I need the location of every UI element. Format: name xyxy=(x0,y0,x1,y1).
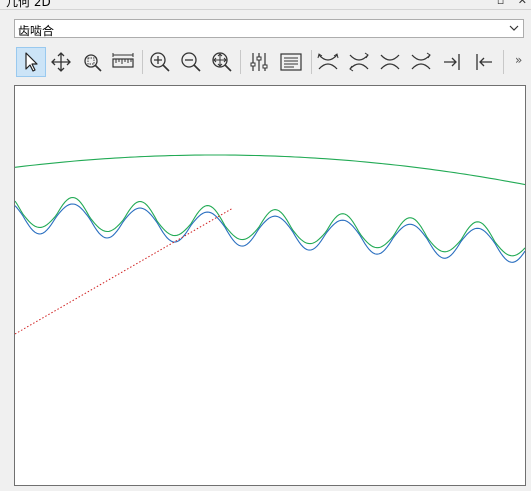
zoom-in-button[interactable] xyxy=(145,47,175,77)
text-lines-icon xyxy=(280,53,302,71)
chevron-down-icon xyxy=(509,25,519,31)
restore-icon[interactable]: ▫ xyxy=(497,0,504,7)
close-icon[interactable]: ✕ xyxy=(518,0,527,7)
zoom-in-icon xyxy=(150,52,170,72)
zoom-extents-icon xyxy=(212,52,232,72)
zoom-out-icon xyxy=(181,52,201,72)
window-title: 几何 2D xyxy=(6,0,51,9)
zoom-out-button[interactable] xyxy=(176,47,206,77)
mesh-selector-dropdown[interactable]: 齿啮合 xyxy=(14,19,524,38)
view-flank-4-button[interactable] xyxy=(406,47,436,77)
settings-sliders-button[interactable] xyxy=(244,47,274,77)
toolbar-separator xyxy=(311,50,312,74)
toolbar: » xyxy=(14,44,529,80)
gear-profile-green xyxy=(15,196,525,257)
flank-out-b-icon xyxy=(411,52,431,70)
toolbar-separator xyxy=(503,50,504,74)
view-flank-2-button[interactable] xyxy=(344,47,374,77)
gear-plot xyxy=(15,154,525,335)
window-titlebar: 几何 2D ▫ ✕ xyxy=(0,0,531,10)
zoom-box-icon xyxy=(84,54,102,72)
zoom-box-button[interactable] xyxy=(77,47,107,77)
toolbar-separator xyxy=(240,50,241,74)
align-right-button[interactable] xyxy=(437,47,467,77)
outer-circle-arc xyxy=(15,154,525,186)
arrow-to-bar-right-icon xyxy=(444,54,460,70)
sliders-icon xyxy=(250,53,268,71)
mesh-selector-value: 齿啮合 xyxy=(18,24,55,38)
pan-tool-button[interactable] xyxy=(46,47,76,77)
center-line-dotted xyxy=(15,207,234,335)
report-button[interactable] xyxy=(276,47,306,77)
measure-button[interactable] xyxy=(108,47,138,77)
cursor-arrow-icon xyxy=(25,52,38,72)
titlebar-controls: ▫ ✕ xyxy=(487,0,527,7)
view-flank-1-button[interactable] xyxy=(313,47,343,77)
flank-in-icon xyxy=(317,53,339,70)
align-left-button[interactable] xyxy=(469,47,499,77)
move-arrows-icon xyxy=(51,52,71,72)
zoom-extents-button[interactable] xyxy=(207,47,237,77)
ruler-icon xyxy=(112,53,134,68)
flank-out-icon xyxy=(349,52,369,72)
flank-in-b-icon xyxy=(380,54,400,70)
geometry-canvas[interactable] xyxy=(14,85,526,486)
gear-profile-blue xyxy=(15,203,525,263)
select-tool-button[interactable] xyxy=(16,47,46,77)
view-flank-3-button[interactable] xyxy=(375,47,405,77)
toolbar-separator xyxy=(142,50,143,74)
arrow-to-bar-left-icon xyxy=(476,54,492,70)
toolbar-overflow-button[interactable]: » xyxy=(515,53,522,67)
